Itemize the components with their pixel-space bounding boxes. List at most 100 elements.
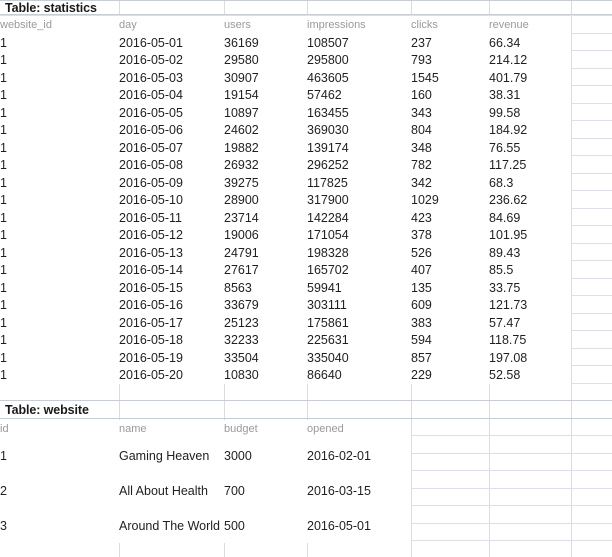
cell-clicks[interactable]: 343 [411, 104, 489, 122]
cell-users[interactable]: 30907 [224, 69, 307, 87]
cell-id[interactable]: 2 [0, 473, 119, 508]
cell-day[interactable]: 2016-05-20 [119, 367, 224, 385]
cell-website_id[interactable]: 1 [0, 104, 119, 122]
table-row[interactable]: 1 2016-05-19 33504 335040 857 197.08 [0, 349, 571, 367]
cell-impressions[interactable]: 198328 [307, 244, 411, 262]
cell-revenue[interactable]: 118.75 [489, 332, 571, 350]
table-row[interactable]: 1 2016-05-10 28900 317900 1029 236.62 [0, 192, 571, 210]
cell-day[interactable]: 2016-05-18 [119, 332, 224, 350]
cell-users[interactable]: 32233 [224, 332, 307, 350]
cell-clicks[interactable]: 804 [411, 122, 489, 140]
cell-impressions[interactable]: 175861 [307, 314, 411, 332]
cell-day[interactable]: 2016-05-15 [119, 279, 224, 297]
cell-website_id[interactable]: 1 [0, 332, 119, 350]
cell-revenue[interactable]: 236.62 [489, 192, 571, 210]
cell-budget[interactable]: 700 [224, 473, 307, 508]
cell-impressions[interactable]: 303111 [307, 297, 411, 315]
table-row[interactable]: 1 2016-05-14 27617 165702 407 85.5 [0, 262, 571, 280]
cell-impressions[interactable]: 225631 [307, 332, 411, 350]
cell-day[interactable]: 2016-05-08 [119, 157, 224, 175]
cell-day[interactable]: 2016-05-05 [119, 104, 224, 122]
column-header-id[interactable]: id [0, 420, 119, 438]
cell-impressions[interactable]: 59941 [307, 279, 411, 297]
cell-opened[interactable]: 2016-02-01 [307, 438, 411, 473]
cell-impressions[interactable]: 171054 [307, 227, 411, 245]
cell-revenue[interactable]: 99.58 [489, 104, 571, 122]
cell-clicks[interactable]: 160 [411, 87, 489, 105]
cell-revenue[interactable]: 197.08 [489, 349, 571, 367]
table-row[interactable]: 1 2016-05-12 19006 171054 378 101.95 [0, 227, 571, 245]
cell-users[interactable]: 23714 [224, 209, 307, 227]
cell-website_id[interactable]: 1 [0, 209, 119, 227]
cell-website_id[interactable]: 1 [0, 69, 119, 87]
table-row[interactable]: 2 All About Health 700 2016-03-15 [0, 473, 411, 508]
cell-id[interactable]: 1 [0, 438, 119, 473]
cell-impressions[interactable]: 335040 [307, 349, 411, 367]
cell-users[interactable]: 36169 [224, 34, 307, 52]
column-header-impressions[interactable]: impressions [307, 16, 411, 34]
cell-day[interactable]: 2016-05-06 [119, 122, 224, 140]
table-statistics[interactable]: website_id day users impressions clicks … [0, 16, 571, 384]
table-row[interactable]: 1 2016-05-05 10897 163455 343 99.58 [0, 104, 571, 122]
table-title-row-statistics[interactable]: Table: statistics [0, 0, 612, 15]
cell-day[interactable]: 2016-05-01 [119, 34, 224, 52]
cell-clicks[interactable]: 1545 [411, 69, 489, 87]
cell-name[interactable]: Gaming Heaven [119, 438, 224, 473]
cell-clicks[interactable]: 423 [411, 209, 489, 227]
cell-users[interactable]: 8563 [224, 279, 307, 297]
column-header-day[interactable]: day [119, 16, 224, 34]
cell-budget[interactable]: 500 [224, 508, 307, 543]
cell-day[interactable]: 2016-05-19 [119, 349, 224, 367]
cell-clicks[interactable]: 342 [411, 174, 489, 192]
cell-users[interactable]: 28900 [224, 192, 307, 210]
cell-clicks[interactable]: 609 [411, 297, 489, 315]
cell-revenue[interactable]: 52.58 [489, 367, 571, 385]
table-row[interactable]: 1 2016-05-07 19882 139174 348 76.55 [0, 139, 571, 157]
cell-users[interactable]: 39275 [224, 174, 307, 192]
table-row[interactable]: 1 2016-05-02 29580 295800 793 214.12 [0, 52, 571, 70]
column-header-budget[interactable]: budget [224, 420, 307, 438]
cell-website_id[interactable]: 1 [0, 34, 119, 52]
cell-website_id[interactable]: 1 [0, 244, 119, 262]
cell-impressions[interactable]: 463605 [307, 69, 411, 87]
cell-website_id[interactable]: 1 [0, 174, 119, 192]
cell-clicks[interactable]: 237 [411, 34, 489, 52]
cell-users[interactable]: 10830 [224, 367, 307, 385]
cell-revenue[interactable]: 38.31 [489, 87, 571, 105]
cell-revenue[interactable]: 184.92 [489, 122, 571, 140]
cell-website_id[interactable]: 1 [0, 279, 119, 297]
table-row[interactable]: 1 2016-05-08 26932 296252 782 117.25 [0, 157, 571, 175]
column-header-clicks[interactable]: clicks [411, 16, 489, 34]
table-row[interactable]: 1 2016-05-03 30907 463605 1545 401.79 [0, 69, 571, 87]
cell-day[interactable]: 2016-05-16 [119, 297, 224, 315]
cell-users[interactable]: 24791 [224, 244, 307, 262]
column-header-opened[interactable]: opened [307, 420, 411, 438]
cell-id[interactable]: 3 [0, 508, 119, 543]
cell-opened[interactable]: 2016-03-15 [307, 473, 411, 508]
cell-revenue[interactable]: 101.95 [489, 227, 571, 245]
cell-website_id[interactable]: 1 [0, 87, 119, 105]
cell-day[interactable]: 2016-05-03 [119, 69, 224, 87]
cell-name[interactable]: Around The World [119, 508, 224, 543]
table-row[interactable]: 1 2016-05-11 23714 142284 423 84.69 [0, 209, 571, 227]
column-header-name[interactable]: name [119, 420, 224, 438]
cell-day[interactable]: 2016-05-12 [119, 227, 224, 245]
table-title-row-website[interactable]: Table: website [0, 400, 612, 419]
cell-impressions[interactable]: 295800 [307, 52, 411, 70]
cell-day[interactable]: 2016-05-02 [119, 52, 224, 70]
cell-clicks[interactable]: 348 [411, 139, 489, 157]
table-website[interactable]: id name budget opened 1 Gaming Heaven 3000… [0, 420, 411, 543]
cell-website_id[interactable]: 1 [0, 122, 119, 140]
cell-day[interactable]: 2016-05-17 [119, 314, 224, 332]
cell-users[interactable]: 24602 [224, 122, 307, 140]
cell-users[interactable]: 19006 [224, 227, 307, 245]
cell-clicks[interactable]: 135 [411, 279, 489, 297]
cell-revenue[interactable]: 214.12 [489, 52, 571, 70]
cell-users[interactable]: 26932 [224, 157, 307, 175]
cell-day[interactable]: 2016-05-07 [119, 139, 224, 157]
cell-impressions[interactable]: 165702 [307, 262, 411, 280]
cell-users[interactable]: 25123 [224, 314, 307, 332]
cell-website_id[interactable]: 1 [0, 349, 119, 367]
cell-clicks[interactable]: 857 [411, 349, 489, 367]
cell-website_id[interactable]: 1 [0, 157, 119, 175]
